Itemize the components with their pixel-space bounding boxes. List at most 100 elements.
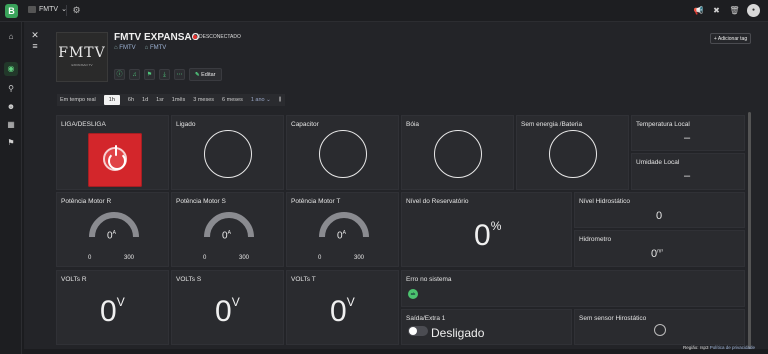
megaphone-icon[interactable]: 📢	[693, 5, 704, 16]
toggle-label: Desligado	[431, 326, 485, 340]
gauge-value: 0A	[337, 230, 346, 241]
card-label: VOLTs R	[61, 276, 87, 283]
app-logo[interactable]: B	[5, 4, 18, 18]
card-reservatorio: Nível do Reservatório 0%	[401, 192, 572, 267]
card-label: Potência Motor S	[176, 198, 226, 205]
hydrometer-unit: m³	[657, 248, 663, 255]
top-actions: 📢 ✖ 🗑 ●	[693, 4, 760, 17]
status-indicator-ring	[319, 130, 367, 178]
chevron-down-icon: ⌄	[266, 97, 271, 103]
range-6h[interactable]: 6h	[128, 97, 134, 103]
volts-number: 0	[100, 295, 117, 328]
card-label: Umidade Local	[636, 159, 680, 166]
status-text: DESCONECTADO	[199, 34, 241, 40]
close-icon[interactable]: ✕	[30, 30, 40, 40]
add-tag-button[interactable]: + Adicionar tag	[710, 33, 751, 44]
gauge-value: 0A	[107, 230, 116, 241]
range-1mes[interactable]: 1mês	[172, 97, 185, 103]
breadcrumb-item[interactable]: FMTV	[145, 45, 166, 51]
volts-value: 0V	[100, 295, 125, 329]
status-indicator-ring	[204, 130, 252, 178]
gauge-unit: A	[112, 230, 116, 236]
thumbnail-logo-text: FMTV	[58, 45, 106, 61]
reservoir-value: 0%	[474, 219, 501, 253]
card-temperatura: Temperatura Local –	[631, 115, 745, 151]
card-boia: Bóia	[401, 115, 514, 190]
range-1sr[interactable]: 1sr	[156, 97, 164, 103]
card-label: Sem energia /Bateria	[521, 121, 583, 128]
thumbnail-subtext: EXPANSAO TV	[71, 63, 93, 67]
help-icon[interactable]: ✖	[711, 5, 722, 16]
avatar[interactable]: ●	[747, 4, 760, 17]
flag-icon[interactable]: ⚑	[144, 68, 155, 80]
status-badge: DESCONECTADO	[193, 34, 241, 40]
card-umidade: Umidade Local –	[631, 153, 745, 190]
card-hidrostatico: Nível Hidrostático 0	[574, 192, 745, 228]
gauge-min: 0	[318, 255, 322, 261]
range-1d[interactable]: 1d	[142, 97, 148, 103]
gauge-max: 300	[239, 255, 250, 261]
card-label: Erro no sistema	[406, 276, 452, 283]
card-label: Capacitor	[291, 121, 319, 128]
card-motor-r: Potência Motor R 0A 0 300	[56, 192, 169, 267]
ok-status-badge: ok	[408, 289, 418, 299]
humidity-value: –	[684, 170, 691, 182]
org-selector[interactable]: FMTV ⌄	[28, 5, 67, 13]
columns-icon[interactable]: ⫼	[279, 97, 282, 104]
card-liga-desliga: LIGA/DESLIGA	[56, 115, 169, 190]
card-erro-sistema: Erro no sistema ok	[401, 270, 745, 307]
region-info: Região: rsp3 Política de privacidade	[683, 342, 755, 354]
menu-icon[interactable]: ≡	[30, 41, 40, 51]
status-dot-icon	[193, 35, 197, 39]
range-1h[interactable]: 1h	[103, 95, 120, 105]
gauge-max: 300	[124, 255, 135, 261]
card-label: Hidrometro	[579, 236, 612, 243]
status-indicator-ring	[549, 130, 597, 178]
range-1ano[interactable]: 1 ano ⌄	[251, 97, 271, 103]
privacy-link[interactable]: Política de privacidade	[710, 345, 755, 350]
card-ligado: Ligado	[171, 115, 284, 190]
info-icon[interactable]: ⓘ	[114, 68, 125, 80]
volts-number: 0	[330, 295, 347, 328]
status-indicator-ring	[434, 130, 482, 178]
gear-icon[interactable]: ⚙	[71, 5, 82, 16]
footer: Região: rsp3 Política de privacidade	[0, 342, 768, 354]
device-actions: ⓘ ♫ ⚑ ⤓ ⋯ ✎ Editar	[114, 67, 222, 81]
card-motor-t: Potência Motor T 0A 0 300	[286, 192, 399, 267]
card-label: LIGA/DESLIGA	[61, 121, 106, 128]
edit-label: Editar	[201, 71, 216, 78]
edit-button[interactable]: ✎ Editar	[189, 67, 222, 81]
volts-unit: V	[231, 295, 240, 309]
location-icon[interactable]: ⚑	[4, 136, 18, 150]
scrollbar[interactable]	[748, 112, 751, 349]
org-name: FMTV	[39, 5, 59, 13]
more-icon[interactable]: ⋯	[174, 68, 185, 80]
range-3meses[interactable]: 3 meses	[193, 97, 214, 103]
building-icon[interactable]: ▦	[4, 118, 18, 132]
range-6meses[interactable]: 6 meses	[222, 97, 243, 103]
gauge-min: 0	[203, 255, 207, 261]
bell-icon[interactable]: ♫	[129, 68, 140, 80]
power-button[interactable]	[88, 133, 142, 187]
card-label: Temperatura Local	[636, 121, 690, 128]
download-icon[interactable]: ⤓	[159, 68, 170, 80]
hydrometer-value: 0m³	[651, 248, 663, 260]
card-label: Nível Hidrostático	[579, 198, 630, 205]
device-title: FMTV EXPANSAO	[114, 32, 200, 43]
gauge-unit: A	[342, 230, 346, 236]
search-icon[interactable]: ⚲	[4, 82, 18, 96]
trash-icon[interactable]: 🗑	[729, 5, 740, 16]
region-text: Região: rsp3	[683, 345, 709, 350]
gauge-max: 300	[354, 255, 365, 261]
org-icon	[28, 5, 36, 13]
devices-icon[interactable]: ◉	[4, 62, 18, 76]
card-label: Potência Motor T	[291, 198, 341, 205]
top-bar: B FMTV ⌄ ⚙ 📢 ✖ 🗑 ●	[0, 0, 768, 22]
home-icon[interactable]: ⌂	[4, 30, 18, 44]
range-realtime[interactable]: Em tempo real	[60, 97, 96, 103]
breadcrumb-item[interactable]: FMTV	[114, 45, 135, 51]
reservoir-number: 0	[474, 219, 491, 252]
power-icon	[103, 145, 127, 171]
users-icon[interactable]: ☻	[4, 100, 18, 114]
output-toggle[interactable]	[408, 326, 428, 336]
